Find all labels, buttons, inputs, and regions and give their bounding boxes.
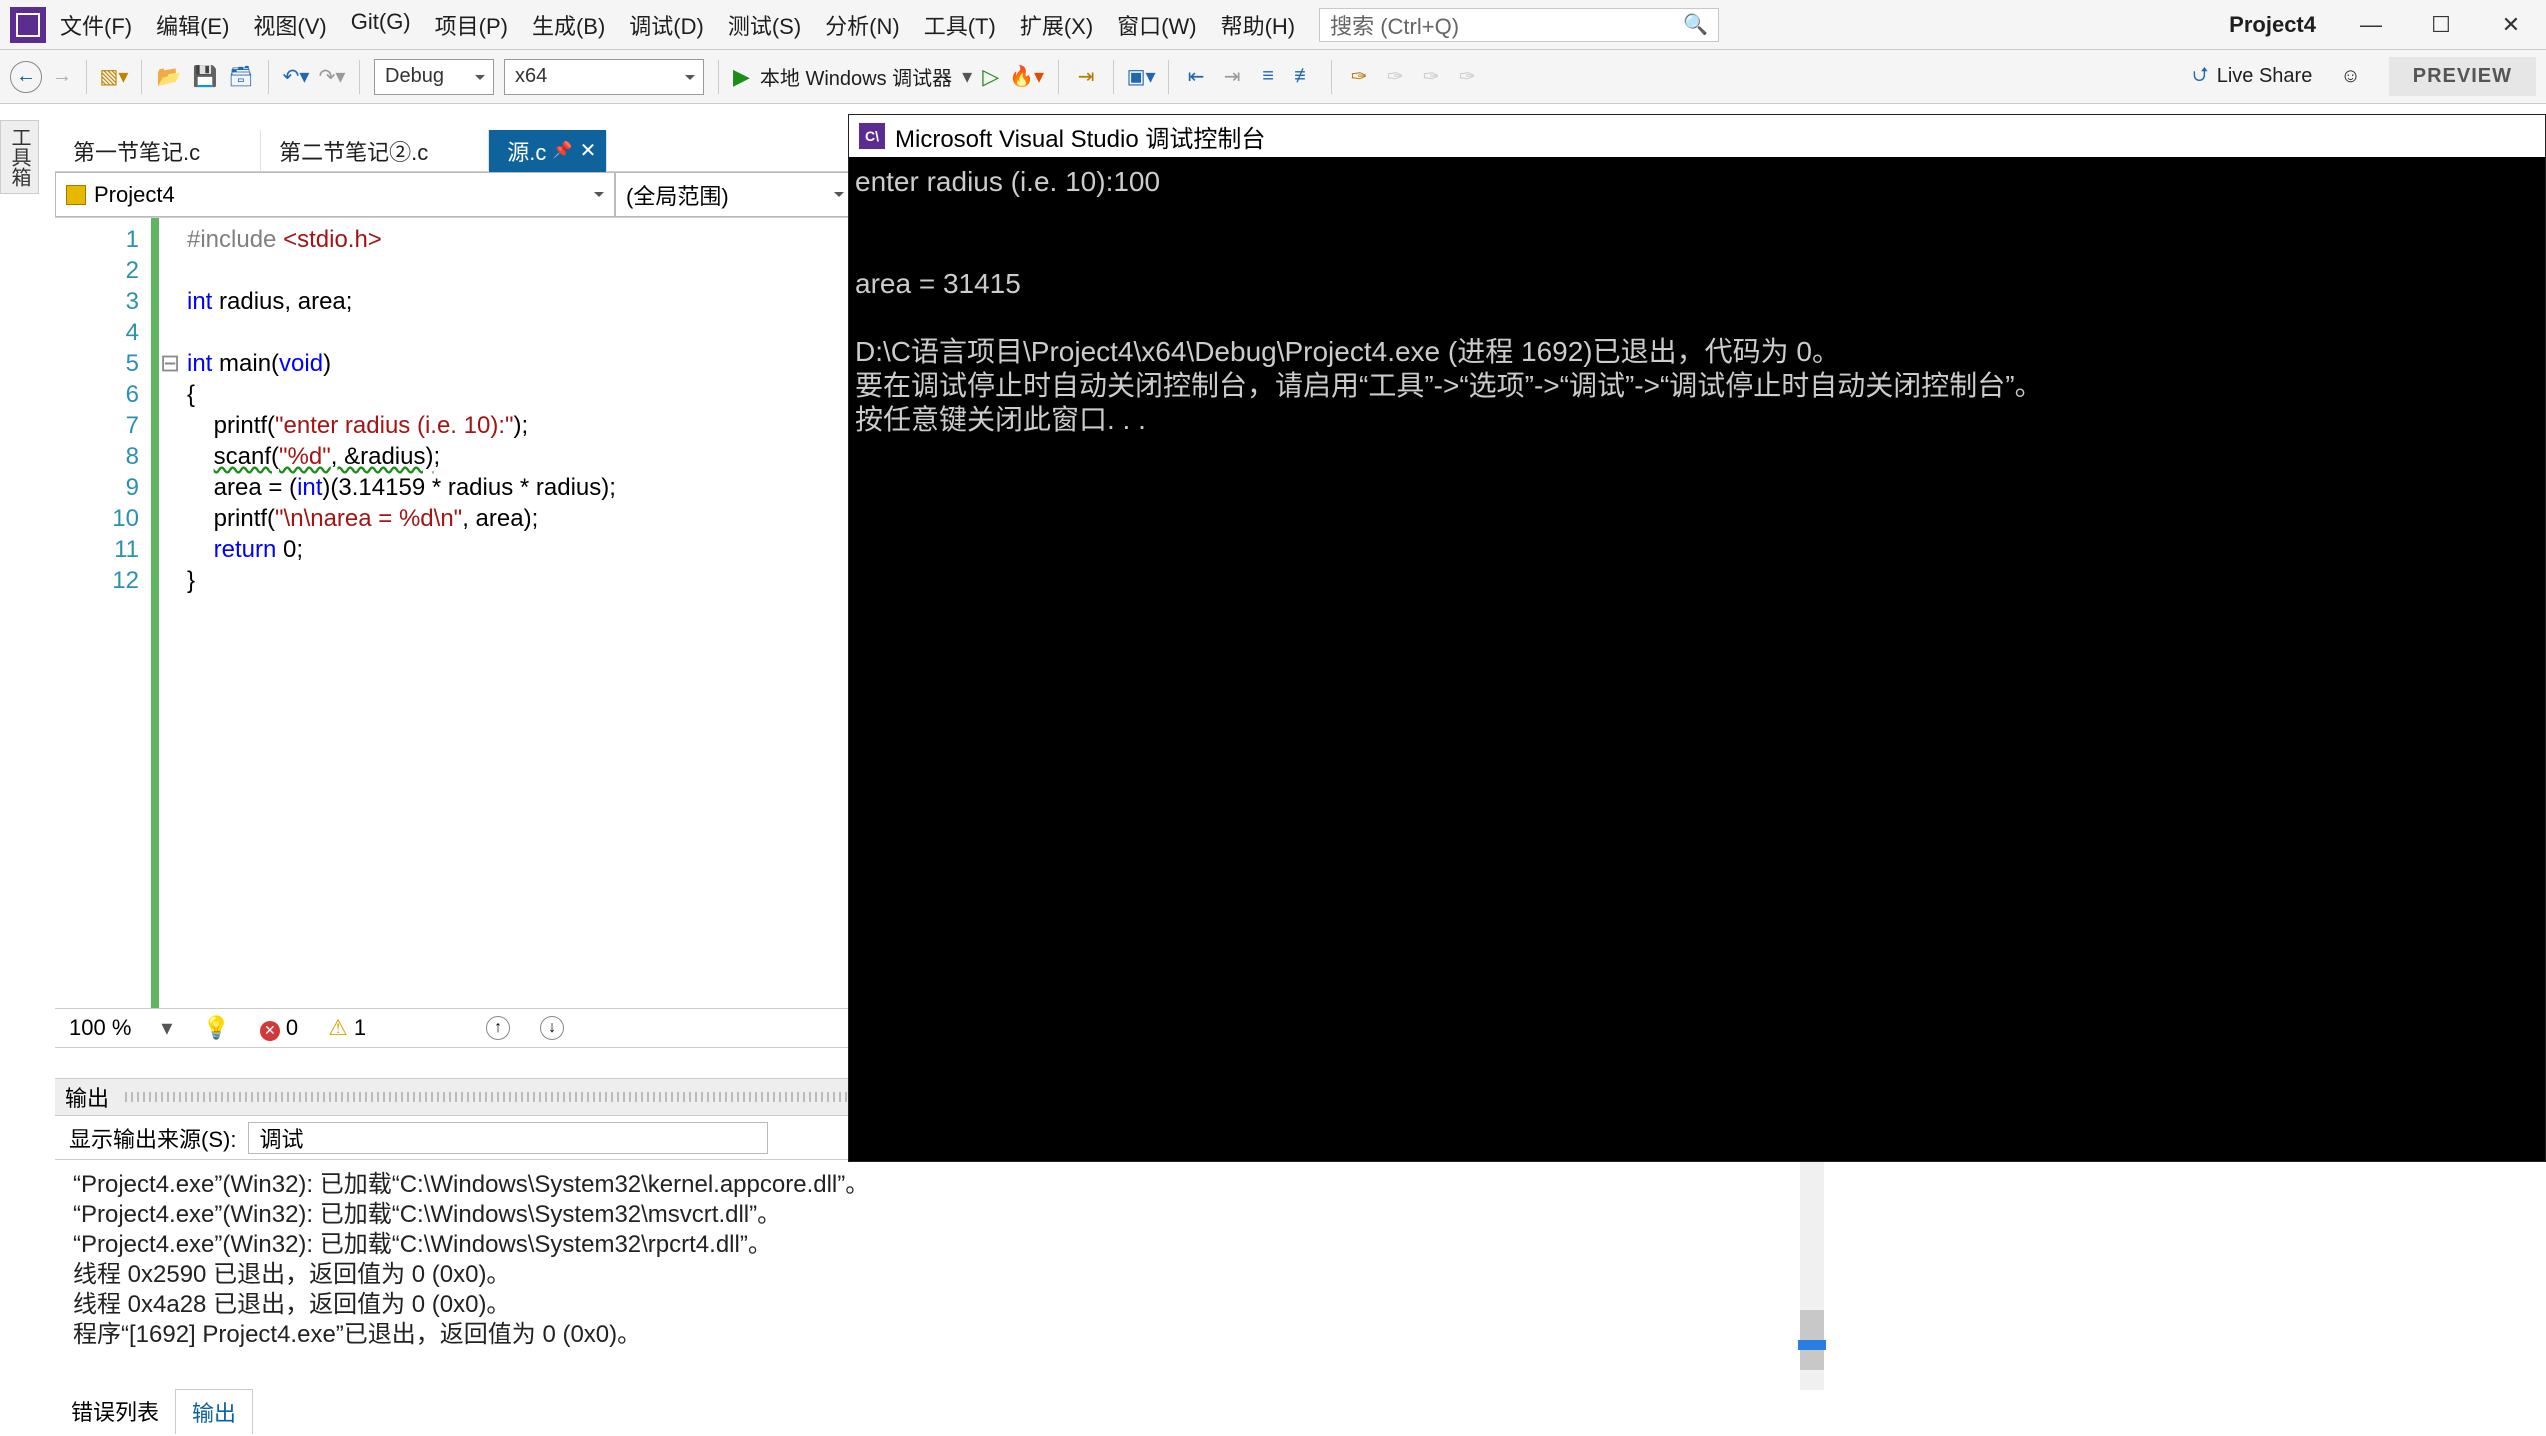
menu-project[interactable]: 项目(P) bbox=[435, 9, 508, 41]
search-box[interactable]: 搜索 (Ctrl+Q) 🔍 bbox=[1319, 8, 1719, 42]
redo-icon[interactable]: ↷▾ bbox=[319, 64, 345, 90]
tab-error-list[interactable]: 错误列表 bbox=[55, 1389, 175, 1434]
tab-output[interactable]: 输出 bbox=[175, 1389, 253, 1434]
console-titlebar[interactable]: C\ Microsoft Visual Studio 调试控制台 bbox=[849, 115, 2545, 157]
line-gutter: 123456789101112 bbox=[55, 218, 151, 1008]
menu-file[interactable]: 文件(F) bbox=[60, 9, 132, 41]
vs-logo-icon bbox=[10, 7, 46, 43]
preview-badge: PREVIEW bbox=[2389, 57, 2536, 96]
menu-test[interactable]: 测试(S) bbox=[728, 9, 801, 41]
minimize-button[interactable]: — bbox=[2356, 12, 2386, 38]
error-count[interactable]: ✕0 bbox=[260, 1015, 298, 1041]
menu-tools[interactable]: 工具(T) bbox=[924, 9, 996, 41]
start-without-debug-icon[interactable]: ▷ bbox=[982, 64, 999, 90]
uncomment-icon[interactable]: ≢ bbox=[1291, 64, 1317, 90]
menu-help[interactable]: 帮助(H) bbox=[1221, 9, 1296, 41]
debugger-label[interactable]: 本地 Windows 调试器 bbox=[760, 62, 952, 91]
nav-forward-button[interactable]: → bbox=[52, 65, 72, 88]
indent-icon[interactable]: ⇤ bbox=[1183, 64, 1209, 90]
close-tab-icon[interactable]: ✕ bbox=[580, 138, 597, 163]
comment-icon[interactable]: ≡ bbox=[1255, 64, 1281, 90]
step-icon[interactable]: ⇥ bbox=[1073, 64, 1099, 90]
start-debug-icon[interactable]: ▶ bbox=[733, 64, 750, 90]
menu-build[interactable]: 生成(B) bbox=[532, 9, 605, 41]
bookmark4-icon[interactable]: ✑ bbox=[1454, 64, 1480, 90]
change-bar bbox=[151, 218, 159, 1008]
right-empty-area bbox=[1826, 1162, 2546, 1436]
bookmark3-icon[interactable]: ✑ bbox=[1418, 64, 1444, 90]
output-source-label: 显示输出来源(S): bbox=[69, 1122, 236, 1154]
save-all-icon[interactable]: 🗃 bbox=[228, 64, 254, 90]
tab-note2[interactable]: 第二节笔记②.c bbox=[261, 130, 489, 172]
prev-issue-icon[interactable]: ↑ bbox=[486, 1016, 510, 1040]
search-placeholder: 搜索 (Ctrl+Q) bbox=[1330, 9, 1459, 41]
close-button[interactable]: ✕ bbox=[2496, 12, 2526, 38]
platform-combo[interactable]: x64 bbox=[504, 59, 704, 95]
live-share-icon[interactable]: ⮍ bbox=[2193, 60, 2209, 94]
tab-note1[interactable]: 第一节笔记.c bbox=[55, 130, 261, 172]
open-icon[interactable]: 📂 bbox=[156, 64, 182, 90]
config-combo[interactable]: Debug bbox=[374, 59, 494, 95]
new-item-icon[interactable]: ▧▾ bbox=[101, 64, 127, 90]
zoom-level[interactable]: 100 % bbox=[69, 1015, 131, 1041]
nav-back-button[interactable]: ← bbox=[10, 61, 42, 93]
scroll-marker bbox=[1798, 1340, 1826, 1350]
menu-analyze[interactable]: 分析(N) bbox=[825, 9, 900, 41]
tab-source[interactable]: 源.c 📌 ✕ bbox=[489, 130, 607, 172]
title-bar: 文件(F) 编辑(E) 视图(V) Git(G) 项目(P) 生成(B) 调试(… bbox=[0, 0, 2546, 50]
maximize-button[interactable]: ☐ bbox=[2426, 12, 2456, 38]
bookmark-icon[interactable]: ✑ bbox=[1346, 64, 1372, 90]
outdent-icon[interactable]: ⇥ bbox=[1219, 64, 1245, 90]
menu-edit[interactable]: 编辑(E) bbox=[156, 9, 229, 41]
main-toolbar: ← → ▧▾ 📂 💾 🗃 ↶▾ ↷▾ Debug x64 ▶ 本地 Window… bbox=[0, 50, 2546, 104]
menu-extensions[interactable]: 扩展(X) bbox=[1020, 9, 1093, 41]
menu-window[interactable]: 窗口(W) bbox=[1117, 9, 1196, 41]
debug-console-window: C\ Microsoft Visual Studio 调试控制台 enter r… bbox=[848, 114, 2546, 1162]
member-combo[interactable]: (全局范围) bbox=[615, 172, 855, 217]
menu-git[interactable]: Git(G) bbox=[351, 9, 411, 41]
fold-column[interactable]: ⊟ bbox=[159, 218, 181, 1008]
scope-combo[interactable]: Project4 bbox=[55, 172, 615, 217]
console-icon: C\ bbox=[859, 123, 885, 149]
toolbox-tab[interactable]: 工具箱 bbox=[0, 120, 39, 194]
menu-debug[interactable]: 调试(D) bbox=[629, 9, 704, 41]
project-name: Project4 bbox=[2229, 12, 2316, 38]
console-body[interactable]: enter radius (i.e. 10):100 area = 31415 … bbox=[849, 157, 2545, 445]
code-text[interactable]: #include <stdio.h> int radius, area; int… bbox=[181, 218, 616, 1008]
warning-count[interactable]: ⚠1 bbox=[328, 1015, 366, 1041]
live-share-label[interactable]: Live Share bbox=[2217, 65, 2313, 88]
pin-icon[interactable]: 📌 bbox=[552, 140, 572, 160]
output-title: 输出 bbox=[65, 1081, 109, 1113]
bookmark2-icon[interactable]: ✑ bbox=[1382, 64, 1408, 90]
next-issue-icon[interactable]: ↓ bbox=[540, 1016, 564, 1040]
hot-reload-icon[interactable]: 🔥▾ bbox=[1009, 64, 1044, 89]
menu-view[interactable]: 视图(V) bbox=[253, 9, 326, 41]
layout-icon[interactable]: ▣▾ bbox=[1128, 64, 1154, 90]
main-menu: 文件(F) 编辑(E) 视图(V) Git(G) 项目(P) 生成(B) 调试(… bbox=[60, 9, 1295, 41]
feedback-icon[interactable]: ☺ bbox=[2340, 65, 2360, 88]
bottom-tabs: 错误列表 输出 bbox=[55, 1389, 253, 1434]
undo-icon[interactable]: ↶▾ bbox=[283, 64, 309, 90]
save-icon[interactable]: 💾 bbox=[192, 64, 218, 90]
search-icon: 🔍 bbox=[1683, 12, 1708, 37]
output-text[interactable]: “Project4.exe”(Win32): 已加载“C:\Windows\Sy… bbox=[55, 1160, 1826, 1390]
console-title: Microsoft Visual Studio 调试控制台 bbox=[895, 119, 1265, 154]
output-source-combo[interactable]: 调试 bbox=[248, 1122, 768, 1154]
lightbulb-icon[interactable]: 💡 bbox=[202, 1015, 229, 1041]
